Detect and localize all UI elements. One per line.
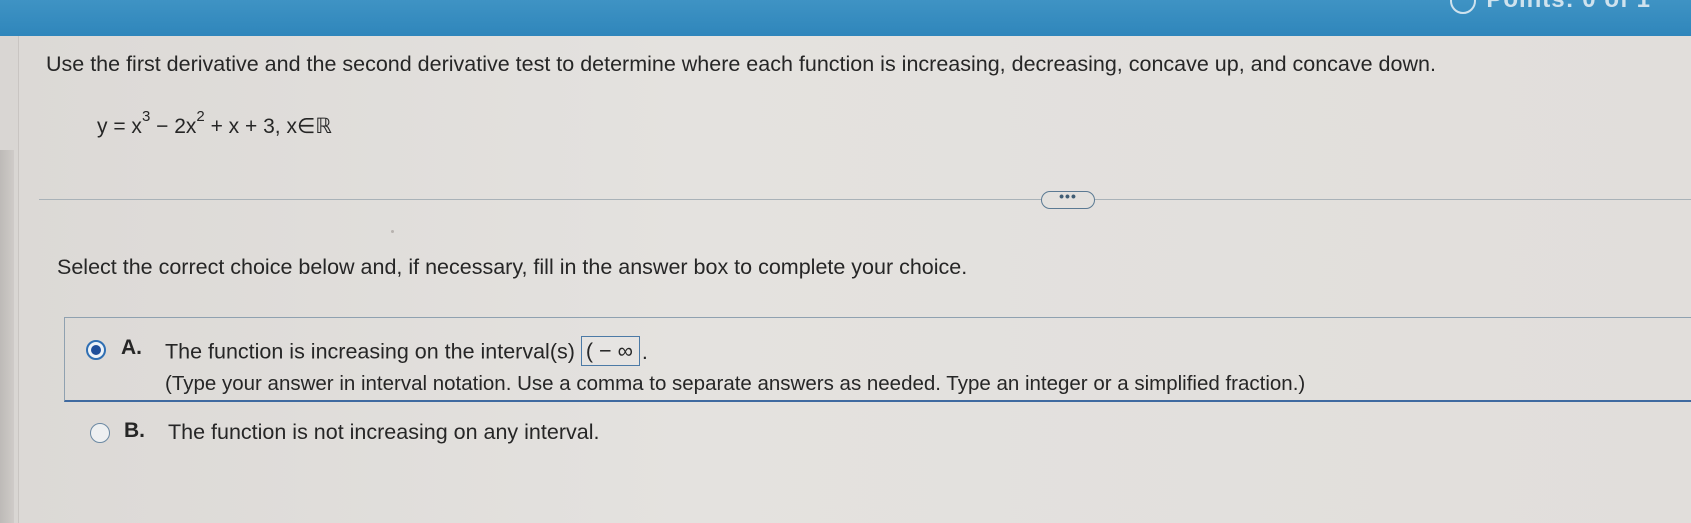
choice-a-hint: (Type your answer in interval notation. … (165, 372, 1306, 395)
header-bar: Points: 0 of 1 (0, 0, 1691, 36)
choice-a-period: . (641, 339, 648, 364)
choice-b-letter: B. (124, 419, 145, 442)
points-indicator: Points: 0 of 1 (1450, 0, 1651, 14)
instructions-text: Select the correct choice below and, if … (57, 255, 968, 279)
equation-exponent-2: 2 (196, 108, 205, 125)
equation-lhs: y = x (97, 115, 142, 138)
expand-more-button[interactable]: ••• (1041, 189, 1095, 209)
choice-a-text: The function is increasing on the interv… (165, 339, 575, 364)
choice-b-text: The function is not increasing on any in… (168, 420, 600, 444)
function-equation: y = x3 − 2x2 + x + 3, x∈ℝ (97, 108, 332, 139)
equation-rhs: + x + 3, x∈ℝ (204, 115, 332, 138)
choice-a-statement: The function is increasing on the interv… (165, 336, 648, 368)
equation-exponent-3: 3 (141, 108, 151, 125)
points-text: Points: 0 of 1 (1486, 0, 1651, 13)
stray-mark (391, 230, 394, 233)
left-scroll-strip (0, 150, 14, 523)
choice-b-radio[interactable] (90, 423, 110, 443)
choice-b[interactable]: B. The function is not increasing on any… (64, 402, 1064, 446)
choice-a-letter: A. (121, 336, 142, 359)
choice-a-radio[interactable] (86, 340, 106, 360)
question-panel: Use the first derivative and the second … (18, 36, 1691, 523)
equation-mid: − 2x (150, 115, 197, 138)
interval-answer-input[interactable]: ( − ∞ (580, 336, 640, 366)
info-icon[interactable] (1450, 0, 1477, 14)
question-prompt: Use the first derivative and the second … (46, 52, 1436, 76)
section-divider (39, 199, 1691, 200)
choice-a[interactable]: A. The function is increasing on the int… (64, 317, 1691, 402)
